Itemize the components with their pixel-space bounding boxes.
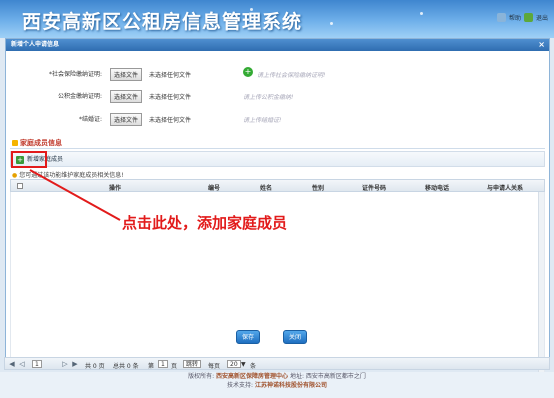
file-status: 未选择任何文件 [149, 72, 192, 79]
jump-suffix: 页 [171, 363, 178, 370]
per-page-prefix: 每页 [208, 363, 221, 370]
next-page-icon[interactable]: ▷ [61, 360, 69, 368]
per-page-suffix: 条 [250, 363, 257, 370]
app-header: 西安高新区公租房信息管理系统 帮助 退出 [0, 0, 554, 38]
header-tools: 帮助 退出 [496, 13, 548, 22]
app-title: 西安高新区公租房信息管理系统 [22, 11, 303, 33]
upload-hint: 请上传公积金缴纳! [243, 94, 294, 101]
family-grid-header: 操作 编号 姓名 性别 证件号码 移动电话 与申请人关系 [10, 179, 545, 192]
file-status: 未选择任何文件 [149, 117, 192, 124]
select-all-checkbox[interactable] [17, 183, 23, 189]
save-button[interactable]: 保存 [236, 330, 261, 344]
col-relation[interactable]: 与申请人关系 [487, 183, 523, 192]
last-page-icon[interactable]: ▶ [71, 360, 79, 368]
callout-highlight-box [11, 151, 47, 168]
sparkle-decoration [420, 12, 423, 15]
choose-file-button[interactable]: 选择文件 [110, 68, 143, 81]
lightbulb-icon: ● [12, 172, 18, 179]
per-page-dropdown-icon[interactable]: ▼ [241, 361, 246, 368]
family-toolbar: + 新增家庭成员 [10, 151, 545, 167]
first-page-icon[interactable]: ◀ [8, 360, 16, 368]
pager: ◀ ◁ 1 ▷ ▶ 共 0 页 总共 0 条 第 1 页 跳转 每页 20 ▼ … [4, 357, 550, 370]
logout-link[interactable]: 退出 [536, 13, 548, 22]
jump-button[interactable]: 跳转 [183, 360, 202, 368]
copyright-org: 西安高新区保障房管理中心 [216, 373, 289, 380]
field-label: *结婚证: [78, 116, 102, 123]
col-action[interactable]: 操作 [109, 183, 121, 192]
close-button[interactable]: 关闭 [283, 330, 308, 344]
col-name[interactable]: 姓名 [260, 183, 272, 192]
sparkle-decoration [330, 22, 333, 25]
current-page-box[interactable]: 1 [32, 360, 42, 368]
jump-page-input[interactable]: 1 [158, 360, 168, 368]
copyright-label: 版权所有: [188, 373, 215, 380]
section-title-text: 家庭成员信息 [20, 139, 62, 147]
field-label: *社会保险缴纳证明: [48, 71, 102, 78]
upload-hint: 请上传结婚证! [243, 117, 282, 124]
application-panel: 新增个人申请信息 × *社会保险缴纳证明: 选择文件 未选择任何文件 + 请上传… [5, 38, 550, 392]
family-notice: ● 您可通过该功能维护家庭成员相关信息! [12, 170, 124, 179]
notice-text: 您可通过该功能维护家庭成员相关信息! [19, 172, 124, 179]
panel-close-button[interactable]: × [538, 39, 545, 51]
field-label: 公积金缴纳证明: [57, 93, 102, 100]
col-gender[interactable]: 性别 [312, 183, 324, 192]
form-row-housing-fund: 公积金缴纳证明: 选择文件 未选择任何文件 请上传公积金缴纳! [6, 87, 549, 105]
panel-title: 新增个人申请信息 [11, 41, 60, 48]
file-status: 未选择任何文件 [149, 94, 192, 101]
form-row-marriage-cert: *结婚证: 选择文件 未选择任何文件 请上传结婚证! [6, 110, 549, 128]
choose-file-button[interactable]: 选择文件 [110, 113, 143, 126]
prev-page-icon[interactable]: ◁ [18, 360, 26, 368]
page-count: 共 0 页 [85, 363, 105, 370]
section-icon [12, 140, 18, 146]
form-row-social-insurance: *社会保险缴纳证明: 选择文件 未选择任何文件 + 请上传社会保险缴纳证明! [6, 65, 549, 83]
col-number[interactable]: 编号 [208, 183, 220, 192]
help-icon[interactable] [496, 13, 506, 22]
copyright-address: 地址: 西安市高新区都市之门 [289, 373, 366, 380]
upload-ok-icon: + [243, 67, 253, 77]
panel-header: 新增个人申请信息 × [6, 39, 549, 51]
col-id-number[interactable]: 证件号码 [362, 183, 386, 192]
callout-text: 点击此处，添加家庭成员 [122, 214, 288, 232]
total-count: 总共 0 条 [113, 363, 139, 370]
help-link[interactable]: 帮助 [509, 13, 521, 22]
jump-prefix: 第 [148, 363, 155, 370]
footer: 版权所有: 西安高新区保障房管理中心 地址: 西安市高新区都市之门 技术支持: … [0, 372, 554, 398]
logout-icon[interactable] [523, 13, 533, 22]
col-mobile[interactable]: 移动电话 [425, 183, 449, 192]
support-org: 江苏神诺科技股份有限公司 [254, 382, 327, 389]
choose-file-button[interactable]: 选择文件 [110, 90, 143, 103]
family-section-title: 家庭成员信息 [10, 138, 545, 149]
support-label: 技术支持: [227, 382, 254, 389]
per-page-select[interactable]: 20 [227, 360, 241, 368]
upload-hint: 请上传社会保险缴纳证明! [257, 72, 326, 79]
